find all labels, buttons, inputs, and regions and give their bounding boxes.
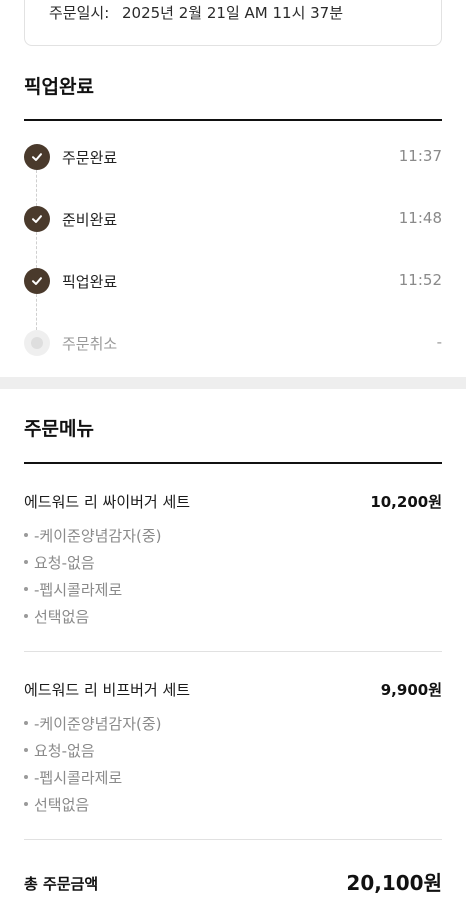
order-info-box: 주문일시: 2025년 2월 21일 AM 11시 37분	[24, 0, 442, 46]
item-divider	[24, 839, 442, 840]
pending-circle-icon	[24, 330, 50, 356]
timeline-connector	[36, 294, 37, 330]
menu-title: 주문메뉴	[24, 418, 94, 440]
menu-item-name: 에드워드 리 싸이버거 세트	[24, 493, 191, 511]
status-divider	[24, 119, 442, 121]
timeline-step-cancelled: 주문취소 -	[24, 330, 442, 356]
timeline-connector	[36, 170, 37, 206]
menu-item-option: -케이준양념감자(중)	[24, 713, 162, 734]
total-value: 20,100원	[346, 871, 442, 895]
menu-item-option: 선택없음	[24, 794, 89, 815]
order-date-label: 주문일시:	[49, 4, 110, 22]
menu-item-option: -펩시콜라제로	[24, 579, 122, 600]
timeline-step-ready: 준비완료 11:48	[24, 206, 442, 232]
menu-divider	[24, 462, 442, 464]
check-circle-icon	[24, 144, 50, 170]
total-label: 총 주문금액	[24, 875, 99, 893]
order-date-value: 2025년 2월 21일 AM 11시 37분	[122, 4, 344, 22]
timeline-step-ordered: 주문완료 11:37	[24, 144, 442, 170]
check-circle-icon	[24, 206, 50, 232]
status-title: 픽업완료	[24, 76, 94, 98]
step-time: 11:52	[398, 271, 442, 289]
step-time: 11:48	[398, 209, 442, 227]
menu-item-name: 에드워드 리 비프버거 세트	[24, 681, 191, 699]
menu-item-option: -케이준양념감자(중)	[24, 525, 162, 546]
step-time: -	[436, 333, 442, 351]
check-circle-icon	[24, 268, 50, 294]
menu-item-option: 요청-없음	[24, 552, 95, 573]
menu-item-option: 선택없음	[24, 606, 89, 627]
timeline-step-picked-up: 픽업완료 11:52	[24, 268, 442, 294]
step-label: 주문취소	[62, 335, 118, 353]
step-time: 11:37	[398, 147, 442, 165]
item-divider	[24, 651, 442, 652]
step-label: 준비완료	[62, 211, 118, 229]
section-gap	[0, 377, 466, 389]
menu-item-price: 9,900원	[380, 681, 442, 699]
menu-item-price: 10,200원	[370, 493, 442, 511]
step-label: 주문완료	[62, 149, 118, 167]
timeline-connector	[36, 232, 37, 268]
step-label: 픽업완료	[62, 273, 118, 291]
menu-item-option: 요청-없음	[24, 740, 95, 761]
menu-item-option: -펩시콜라제로	[24, 767, 122, 788]
